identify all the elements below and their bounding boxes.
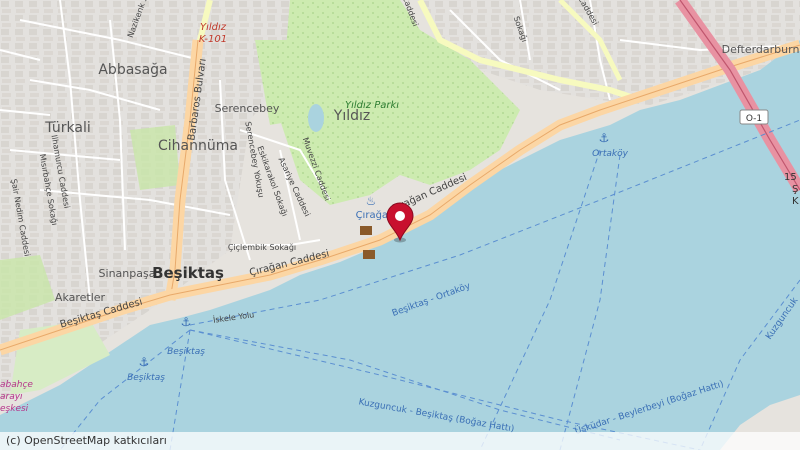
road-label-yildiz: Yıldız (200, 22, 227, 33)
district-label-cihannuma: Cihannüma (158, 138, 238, 154)
pond (308, 104, 324, 132)
edge-label-dolmabahce-2: arayı (0, 392, 23, 402)
map-canvas[interactable]: ⚓ ⚓ ⚓ ♨ Abbasağa Türkali Cihannüma Seren… (0, 0, 800, 450)
edge-label-bridge-2: Ş (792, 184, 798, 195)
road-label-k101: K-101 (199, 34, 227, 45)
svg-text:⚓: ⚓ (181, 315, 192, 329)
district-label-besiktas: Beşiktaş (152, 264, 224, 282)
district-label-abbasaga: Abbasağa (98, 62, 167, 78)
pier-label-besiktas-1: Beşiktaş (167, 347, 205, 357)
svg-text:O-1: O-1 (746, 114, 762, 124)
svg-text:⚓: ⚓ (599, 131, 610, 145)
district-label-defterdarburnu: Defterdarburnu (722, 43, 800, 56)
pier-label-ortakoy: Ortaköy (592, 149, 629, 159)
district-label-turkali: Türkali (44, 120, 90, 136)
edge-label-bridge-3: K (792, 196, 799, 207)
o1-shield: O-1 (739, 109, 769, 125)
edge-label-bridge-1: 15 (784, 172, 797, 183)
edge-label-dolmabahce-1: abahçe (0, 380, 33, 390)
edge-label-dolmabahce-3: eşkesi (0, 404, 29, 414)
district-label-sinanpasa: Sinanpaşa (99, 267, 156, 280)
district-label-akaretler: Akaretler (55, 291, 106, 304)
park-label-yildiz-parki: Yıldız Parkı (345, 100, 399, 111)
road-label-ciclembik: Çiçlembik Sokağı (228, 243, 296, 252)
district-label-serencebey: Serencebey (215, 102, 280, 115)
svg-text:⚓: ⚓ (139, 355, 150, 369)
hotel-icon: ♨ (366, 194, 377, 208)
map-attribution[interactable]: (c) OpenStreetMap katkıcıları (0, 432, 800, 450)
svg-text:♨: ♨ (366, 194, 377, 208)
pier-label-besiktas-2: Beşiktaş (127, 373, 165, 383)
